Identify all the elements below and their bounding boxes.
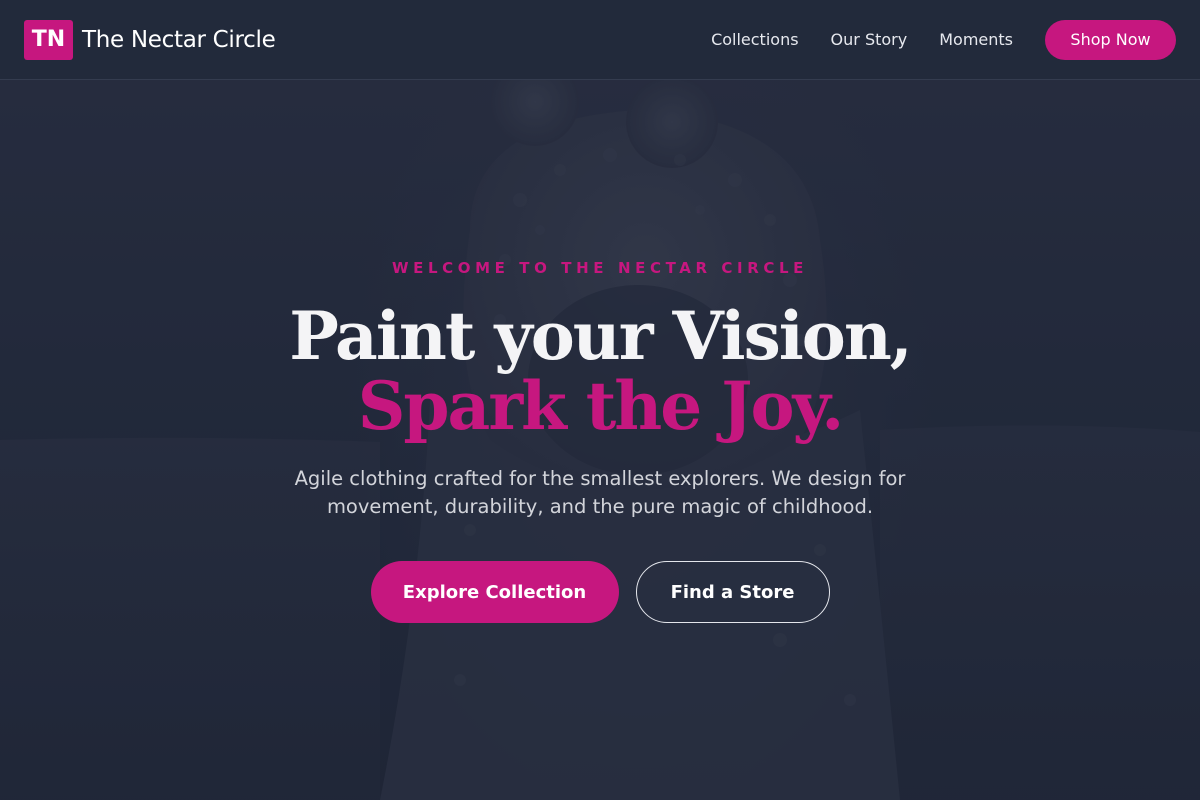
brand[interactable]: TN The Nectar Circle [24, 19, 276, 60]
hero-headline-line2: Spark the Joy. [357, 367, 845, 445]
find-a-store-button[interactable]: Find a Store [635, 561, 830, 623]
nav-link-collections[interactable]: Collections [711, 30, 798, 49]
hero-cta-row: Explore Collection Find a Store [0, 561, 1200, 623]
hero-subtext: Agile clothing crafted for the smallest … [294, 467, 906, 518]
brand-name[interactable]: The Nectar Circle [82, 27, 276, 53]
shop-now-button[interactable]: Shop Now [1045, 19, 1176, 60]
hero-eyebrow: WELCOME TO THE NECTAR CIRCLE [392, 259, 808, 277]
nav-link-our-story[interactable]: Our Story [831, 30, 908, 49]
explore-collection-button[interactable]: Explore Collection [370, 561, 619, 623]
hero-section: WELCOME TO THE NECTAR CIRCLE Paint your … [0, 80, 1200, 800]
primary-nav: Collections Our Story Moments Shop Now [711, 19, 1176, 60]
top-navbar: TN The Nectar Circle Collections Our Sto… [0, 0, 1200, 80]
brand-logo-badge[interactable]: TN [24, 19, 73, 60]
nav-link-moments[interactable]: Moments [939, 30, 1013, 49]
